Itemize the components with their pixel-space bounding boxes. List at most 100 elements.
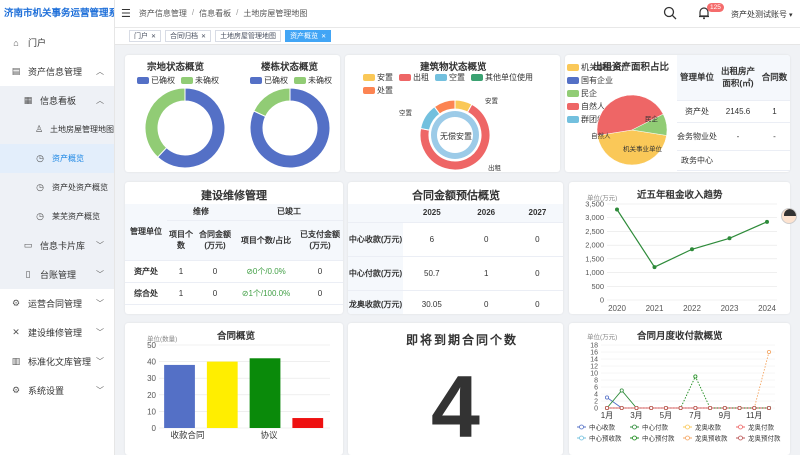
account-menu[interactable]: 资产处测试账号 — [731, 9, 792, 20]
sidebar-item-library[interactable]: ▥ 标准化文库管理 ﹀ — [0, 347, 114, 376]
legend-label[interactable]: 龙奥付款 — [748, 423, 775, 432]
data-point[interactable] — [619, 406, 624, 411]
bar[interactable] — [206, 361, 238, 428]
tab-portal[interactable]: 门户 ✕ — [129, 30, 162, 42]
structure-status-title: 建筑物状态概览 — [420, 62, 487, 73]
legend-label[interactable]: 龙奥收款 — [695, 423, 722, 432]
sidebar-item-portal[interactable]: ⌂ 门户 — [0, 28, 114, 57]
data-point[interactable] — [752, 406, 757, 411]
breadcrumb-item[interactable]: 信息看板 — [199, 8, 231, 19]
breadcrumb-separator: / — [236, 8, 239, 17]
sidebar-item-asset-overview[interactable]: ◷ 资产概览 — [0, 144, 114, 173]
tab-land-map[interactable]: 土地房屋管理地图 — [215, 30, 282, 42]
sidebar-item-dashboard[interactable]: ▦ 信息看板 ︿ — [0, 86, 114, 115]
legend-label: 空置 — [449, 73, 465, 82]
data-point[interactable] — [693, 374, 698, 379]
sidebar-item-laiwu-asset-overview[interactable]: ◷ 莱芜资产概览 — [0, 202, 114, 231]
data-point[interactable] — [652, 265, 657, 270]
legend-label: 出租 — [413, 73, 429, 82]
table-header: 管理单位 — [125, 204, 167, 261]
legend-item[interactable]: 机关事业单位 — [567, 61, 629, 74]
pie-slice-1[interactable] — [253, 87, 291, 118]
x-tick-label: 11月 — [746, 411, 762, 420]
breadcrumb-item[interactable]: 资产信息管理 — [139, 8, 187, 19]
close-icon[interactable]: ✕ — [151, 34, 156, 40]
table-cell: ⊘1个/100.0% — [235, 282, 297, 305]
pie-slice-1[interactable] — [144, 87, 186, 158]
tab-bar: 门户 ✕ 合同归档 ✕ 土地房屋管理地图 资产概览 ✕ — [115, 28, 800, 45]
legend-label[interactable]: 中心付款 — [642, 423, 669, 432]
y-tick-label: 500 — [591, 282, 604, 291]
bar[interactable] — [164, 364, 195, 428]
data-point[interactable] — [634, 406, 639, 411]
data-point[interactable] — [605, 406, 610, 411]
rental-area-panel: 出租资产面积占比 机关事业单位 国有企业 民企 自然人 群团组织 自然人 民企 机关… — [565, 55, 790, 172]
legend-item[interactable]: 国有企业 — [567, 74, 629, 87]
sidebar-item-land-map[interactable]: ♙ 土地房屋管理地图 — [0, 115, 114, 144]
data-point[interactable] — [727, 236, 732, 241]
tab-asset-overview[interactable]: 资产概览 ✕ — [285, 30, 332, 42]
close-icon[interactable]: ✕ — [201, 34, 206, 40]
table-cell: 0 — [511, 222, 563, 257]
table-row: 政务中心 — [677, 150, 790, 171]
bar[interactable] — [249, 358, 281, 428]
progress-text: 0个/0.0% — [252, 266, 286, 276]
data-point[interactable] — [678, 406, 683, 411]
table-cell: 0 — [511, 256, 563, 291]
sidebar-item-dept-asset-overview[interactable]: ◷ 资产处资产概览 — [0, 173, 114, 202]
x-tick-label: 1月 — [601, 411, 613, 420]
data-point[interactable] — [619, 388, 624, 393]
menu-toggle-icon[interactable]: ☰ — [121, 7, 131, 20]
legend-item[interactable]: 出租 — [399, 72, 429, 83]
sidebar-item-asset-info[interactable]: ▤ 资产信息管理 ︿ — [0, 57, 114, 86]
legend-label: 其他单位使用 — [485, 73, 533, 82]
data-point[interactable] — [765, 219, 769, 224]
legend-item[interactable]: 空置 — [435, 72, 465, 83]
legend-label[interactable]: 龙奥预收款 — [695, 434, 728, 443]
data-point[interactable] — [663, 406, 668, 411]
legend-label[interactable]: 龙奥预付款 — [748, 434, 781, 443]
pie-label: 民企 — [645, 114, 659, 123]
data-point[interactable] — [649, 406, 654, 411]
legend-label[interactable]: 中心收款 — [589, 423, 616, 432]
table-cell: 2145.6 — [717, 100, 759, 123]
x-tick-label: 收款合同 — [171, 430, 205, 440]
y-tick-label: 0 — [594, 406, 598, 413]
legend-label[interactable]: 中心预收款 — [589, 434, 622, 443]
sidebar-item-settings[interactable]: ⚙ 系统设置 ﹀ — [0, 376, 114, 405]
sidebar-item-ledger[interactable]: ▯ 台账管理 ﹀ — [0, 260, 114, 289]
legend-item[interactable]: 其他单位使用 — [471, 72, 533, 83]
x-tick-label: 2023 — [721, 304, 739, 313]
table-cell: - — [717, 122, 759, 151]
maintenance-title: 建设维修管理 — [201, 190, 267, 202]
settings-icon: ⚙ — [11, 385, 21, 395]
table-cell: 1 — [460, 256, 512, 291]
contract-estimate-title: 合同金额预估概览 — [412, 190, 500, 202]
data-point[interactable] — [708, 406, 713, 411]
legend-marker — [738, 435, 743, 441]
tab-contract-archive[interactable]: 合同归档 ✕ — [165, 30, 212, 42]
search-icon[interactable] — [663, 6, 677, 20]
rental-area-pie-chart: 自然人 民企机关事业单位 — [591, 94, 668, 166]
data-point[interactable] — [722, 406, 727, 411]
data-point[interactable] — [615, 207, 619, 212]
sidebar-item-construction[interactable]: ✕ 建设维修管理 ﹀ — [0, 318, 114, 347]
y-tick-label: 10 — [590, 371, 598, 378]
legend-marker — [685, 435, 690, 441]
data-point[interactable] — [690, 247, 694, 252]
legend-label[interactable]: 中心预付款 — [642, 434, 675, 443]
bar[interactable] — [292, 418, 324, 428]
close-icon[interactable]: ✕ — [321, 34, 326, 40]
sidebar-item-card-library[interactable]: ▭ 信息卡片库 ﹀ — [0, 231, 114, 260]
dashboard-icon: ▦ — [23, 95, 33, 105]
sidebar-item-contract[interactable]: ⚙ 运营合同管理 ﹀ — [0, 289, 114, 318]
data-point[interactable] — [605, 395, 610, 400]
legend-item[interactable]: 安置 — [363, 72, 393, 83]
data-point[interactable] — [693, 406, 698, 411]
data-point[interactable] — [766, 406, 771, 411]
series-line — [606, 397, 769, 409]
assistant-avatar[interactable] — [781, 208, 797, 224]
data-point[interactable] — [766, 349, 771, 354]
data-point[interactable] — [737, 406, 742, 411]
y-tick-label: 12 — [590, 364, 598, 371]
